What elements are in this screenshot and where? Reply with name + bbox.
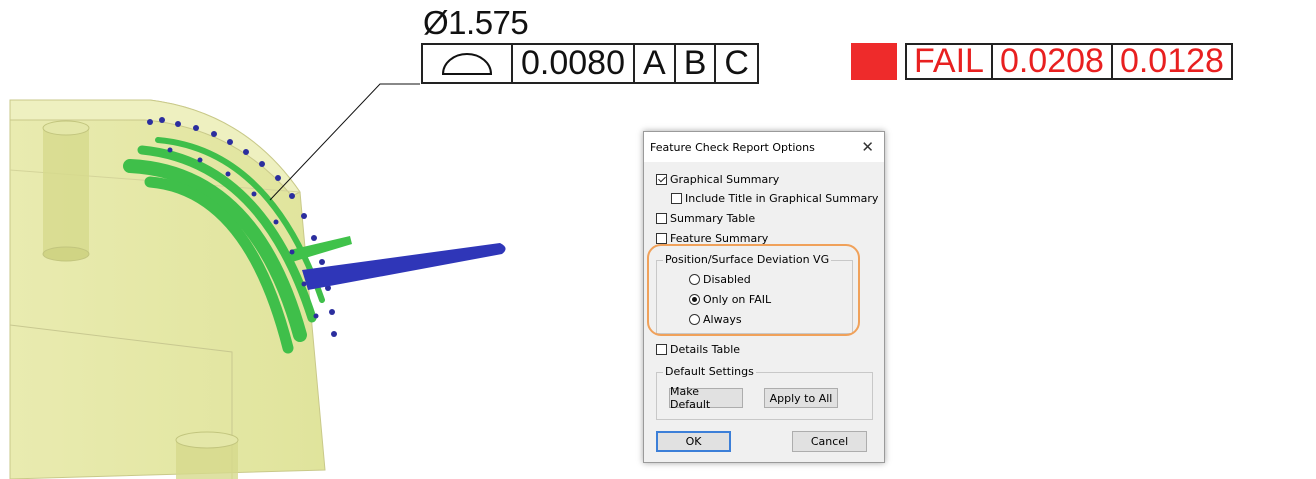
result-value-2: 0.0128 (1119, 42, 1224, 80)
datum-b: B (676, 44, 717, 82)
checkbox-label: Include Title in Graphical Summary (685, 192, 879, 205)
ok-button[interactable]: OK (656, 431, 731, 452)
checkbox-label: Details Table (670, 343, 741, 356)
diameter-annotation: Ø1.575 (423, 4, 529, 42)
datum-c: C (724, 44, 749, 82)
deviation-spike-blue (302, 243, 506, 290)
checkbox-box[interactable] (671, 193, 682, 204)
checkbox-label: Graphical Summary (670, 173, 780, 186)
hole-cylinder-2 (175, 431, 239, 479)
group-label: Default Settings (663, 365, 756, 378)
summary-table-checkbox[interactable]: Summary Table (656, 212, 755, 225)
result-value-1: 0.0208 (993, 42, 1113, 80)
checkbox-label: Summary Table (670, 212, 756, 225)
checkbox-box[interactable] (656, 213, 667, 224)
default-settings-group: Default Settings Make Default Apply to A… (656, 365, 873, 420)
make-default-button[interactable]: Make Default (669, 385, 743, 411)
checkbox-box[interactable] (656, 233, 667, 244)
fail-swatch (851, 43, 897, 80)
result-status: FAIL (907, 42, 993, 80)
include-title-checkbox[interactable]: Include Title in Graphical Summary (671, 192, 878, 205)
apply-to-all-button[interactable]: Apply to All (764, 388, 838, 408)
checkbox-box[interactable] (656, 344, 667, 355)
title-bar[interactable]: Feature Check Report Options ✕ (644, 132, 884, 162)
close-icon[interactable]: ✕ (861, 138, 874, 156)
checkbox-box[interactable] (656, 174, 667, 185)
graphical-summary-checkbox[interactable]: Graphical Summary (656, 173, 779, 186)
hole-cylinder-1 (42, 120, 90, 262)
surface-profile-icon (423, 45, 513, 82)
highlight-annotation (647, 244, 860, 336)
result-frame: FAIL 0.0208 0.0128 (851, 42, 1233, 80)
details-table-checkbox[interactable]: Details Table (656, 343, 740, 356)
dialog-title: Feature Check Report Options (650, 141, 815, 154)
diameter-value: 1.575 (448, 4, 529, 41)
datum-a: A (635, 44, 676, 82)
tolerance-value: 0.0080 (513, 44, 635, 82)
diameter-symbol: Ø (423, 4, 449, 41)
cancel-button[interactable]: Cancel (792, 431, 867, 452)
feature-control-frame: 0.0080 A B C (421, 43, 759, 84)
